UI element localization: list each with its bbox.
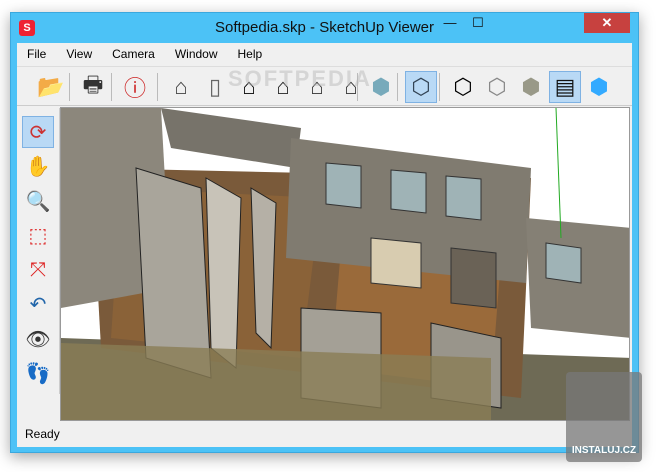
wireframe-button[interactable]: ⬡ — [447, 71, 479, 103]
xray-icon: ⬢ — [371, 74, 391, 99]
shaded-button[interactable]: ⬢ — [515, 71, 547, 103]
toolbar-separator — [69, 73, 70, 101]
zoom-window-icon: ⬚ — [28, 225, 48, 247]
menu-window[interactable]: Window — [165, 43, 228, 65]
3d-model-render — [61, 108, 629, 420]
walk-tool[interactable]: 👣 — [22, 358, 54, 390]
shaded-textures-icon: ▤ — [554, 74, 576, 99]
zoom-tool[interactable]: 🔍 — [22, 185, 54, 217]
walk-icon: 👣 — [25, 363, 51, 385]
menu-bar: File View Camera Window Help — [17, 43, 632, 65]
previous-view-tool[interactable]: ↶ — [22, 289, 54, 321]
hidden-line-icon: ⬡ — [487, 74, 507, 99]
zoom-window-tool[interactable]: ⬚ — [22, 220, 54, 252]
menu-file[interactable]: File — [17, 43, 56, 65]
toolbar-separator — [439, 73, 440, 101]
zoom-extents-icon: ⤧ — [30, 258, 46, 281]
zoom-icon: 🔍 — [25, 190, 51, 213]
top-view-icon: ▯ — [208, 74, 222, 99]
open-icon: 📂 — [37, 74, 65, 99]
zoom-extents-tool[interactable]: ⤧ — [22, 254, 54, 286]
status-bar-text: Ready — [25, 427, 60, 441]
watermark-text: INSTALUJ.CZ — [571, 445, 637, 456]
menu-view[interactable]: View — [56, 43, 102, 65]
orbit-icon: ⟳ — [29, 121, 47, 144]
iso-view-icon: ⌂ — [174, 74, 188, 99]
iso-view-button[interactable]: ⌂ — [165, 71, 197, 103]
client-area: File View Camera Window Help 📂 🖶 ⓘ ⌂ ▯ ⌂ ⌂ ⌂ ⌂ ⬢ ⬡… — [17, 43, 632, 447]
shaded-textures-button[interactable]: ▤ — [549, 71, 581, 103]
minimize-button[interactable]: — — [436, 13, 464, 33]
orbit-tool[interactable]: ⟳ — [22, 116, 54, 148]
pan-icon: ✋ — [25, 156, 51, 178]
menu-help[interactable]: Help — [228, 43, 273, 65]
top-view-button[interactable]: ▯ — [199, 71, 231, 103]
monochrome-icon: ⬢ — [589, 74, 609, 99]
pan-tool[interactable]: ✋ — [22, 151, 54, 183]
menu-camera[interactable]: Camera — [102, 43, 165, 65]
toolbar-separator — [157, 73, 158, 101]
back-edges-icon: ⬡ — [411, 74, 431, 99]
hidden-line-button[interactable]: ⬡ — [481, 71, 513, 103]
toolbar-separator — [397, 73, 398, 101]
shaded-icon: ⬢ — [521, 74, 541, 99]
back-edges-button[interactable]: ⬡ — [405, 71, 437, 103]
print-icon: 🖶 — [82, 72, 104, 97]
print-button[interactable]: 🖶 — [77, 71, 109, 103]
wireframe-icon: ⬡ — [453, 74, 473, 99]
toolbar-separator — [111, 73, 112, 101]
close-button[interactable]: ✕ — [584, 13, 630, 33]
look-around-tool[interactable]: 👁 — [22, 323, 54, 355]
title-bar: S Softpedia.skp - SketchUp Viewer — ☐ ✕ — [11, 13, 638, 43]
model-info-icon: ⓘ — [123, 76, 146, 101]
monochrome-button[interactable]: ⬢ — [583, 71, 615, 103]
softpedia-watermark: SOFTPEDIA — [228, 66, 372, 91]
maximize-button[interactable]: ☐ — [464, 13, 492, 33]
open-button[interactable]: 📂 — [35, 71, 67, 103]
model-info-button[interactable]: ⓘ — [119, 71, 151, 103]
previous-view-icon: ↶ — [29, 294, 47, 316]
model-viewport[interactable] — [60, 107, 630, 421]
navigation-toolbar: ⟳ ✋ 🔍 ⬚ ⤧ ↶ 👁 👣 — [17, 108, 60, 394]
instaluj-watermark: INSTALUJ.CZ — [566, 372, 642, 462]
look-around-icon: 👁 — [25, 328, 51, 351]
window-title: Softpedia.skp - SketchUp Viewer — [214, 19, 434, 36]
